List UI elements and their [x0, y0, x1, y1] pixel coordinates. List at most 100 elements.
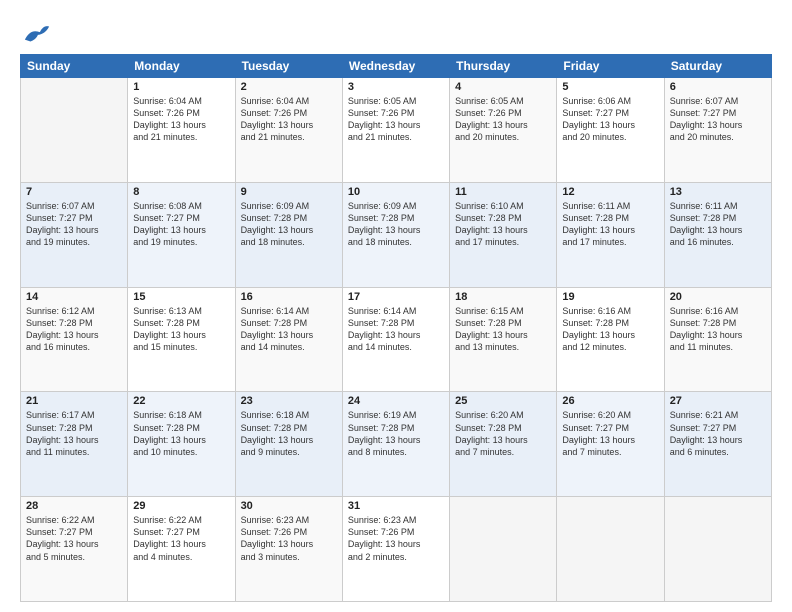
- page: SundayMondayTuesdayWednesdayThursdayFrid…: [0, 0, 792, 612]
- calendar-cell: [21, 78, 128, 183]
- day-number: 26: [562, 395, 658, 407]
- calendar-header-row: SundayMondayTuesdayWednesdayThursdayFrid…: [21, 55, 772, 78]
- day-number: 21: [26, 395, 122, 407]
- day-info: Sunrise: 6:11 AM Sunset: 7:28 PM Dayligh…: [670, 200, 766, 249]
- day-number: 20: [670, 291, 766, 303]
- calendar-day-header: Thursday: [450, 55, 557, 78]
- day-info: Sunrise: 6:07 AM Sunset: 7:27 PM Dayligh…: [670, 95, 766, 144]
- logo-bird-icon: [23, 20, 51, 48]
- calendar-week-row: 7 Sunrise: 6:07 AM Sunset: 7:27 PM Daylig…: [21, 182, 772, 287]
- calendar-cell: 29 Sunrise: 6:22 AM Sunset: 7:27 PM Dayli…: [128, 497, 235, 602]
- day-number: 23: [241, 395, 337, 407]
- day-info: Sunrise: 6:15 AM Sunset: 7:28 PM Dayligh…: [455, 305, 551, 354]
- calendar-cell: [450, 497, 557, 602]
- day-number: 15: [133, 291, 229, 303]
- day-info: Sunrise: 6:14 AM Sunset: 7:28 PM Dayligh…: [348, 305, 444, 354]
- calendar-cell: 3Sunrise: 6:05 AM Sunset: 7:26 PM Daylig…: [342, 78, 449, 183]
- day-info: Sunrise: 6:04 AM Sunset: 7:26 PM Dayligh…: [241, 95, 337, 144]
- day-info: Sunrise: 6:11 AM Sunset: 7:28 PM Dayligh…: [562, 200, 658, 249]
- day-info: Sunrise: 6:07 AM Sunset: 7:27 PM Dayligh…: [26, 200, 122, 249]
- calendar-cell: [664, 497, 771, 602]
- calendar-week-row: 21 Sunrise: 6:17 AM Sunset: 7:28 PM Dayli…: [21, 392, 772, 497]
- calendar-cell: 9Sunrise: 6:09 AM Sunset: 7:28 PM Daylig…: [235, 182, 342, 287]
- calendar-cell: 12 Sunrise: 6:11 AM Sunset: 7:28 PM Dayli…: [557, 182, 664, 287]
- calendar-cell: 1 Sunrise: 6:04 AM Sunset: 7:26 PM Daylig…: [128, 78, 235, 183]
- day-info: Sunrise: 6:21 AM Sunset: 7:27 PM Dayligh…: [670, 409, 766, 458]
- day-info: Sunrise: 6:20 AM Sunset: 7:27 PM Dayligh…: [562, 409, 658, 458]
- calendar-table: SundayMondayTuesdayWednesdayThursdayFrid…: [20, 54, 772, 602]
- calendar-cell: 16 Sunrise: 6:14 AM Sunset: 7:28 PM Dayli…: [235, 287, 342, 392]
- calendar-day-header: Wednesday: [342, 55, 449, 78]
- calendar-cell: 23 Sunrise: 6:18 AM Sunset: 7:28 PM Dayli…: [235, 392, 342, 497]
- day-number: 1: [133, 81, 229, 93]
- calendar-cell: 15 Sunrise: 6:13 AM Sunset: 7:28 PM Dayli…: [128, 287, 235, 392]
- calendar-cell: 13 Sunrise: 6:11 AM Sunset: 7:28 PM Dayli…: [664, 182, 771, 287]
- logo: [20, 20, 51, 48]
- calendar-cell: 30 Sunrise: 6:23 AM Sunset: 7:26 PM Dayli…: [235, 497, 342, 602]
- day-info: Sunrise: 6:08 AM Sunset: 7:27 PM Dayligh…: [133, 200, 229, 249]
- day-number: 27: [670, 395, 766, 407]
- calendar-cell: 8Sunrise: 6:08 AM Sunset: 7:27 PM Daylig…: [128, 182, 235, 287]
- day-number: 22: [133, 395, 229, 407]
- calendar-cell: 20Sunrise: 6:16 AM Sunset: 7:28 PM Dayli…: [664, 287, 771, 392]
- day-info: Sunrise: 6:19 AM Sunset: 7:28 PM Dayligh…: [348, 409, 444, 458]
- day-number: 10: [348, 186, 444, 198]
- calendar-day-header: Sunday: [21, 55, 128, 78]
- day-number: 16: [241, 291, 337, 303]
- day-info: Sunrise: 6:17 AM Sunset: 7:28 PM Dayligh…: [26, 409, 122, 458]
- calendar-cell: 21 Sunrise: 6:17 AM Sunset: 7:28 PM Dayli…: [21, 392, 128, 497]
- calendar-cell: 17 Sunrise: 6:14 AM Sunset: 7:28 PM Dayli…: [342, 287, 449, 392]
- calendar-cell: 2Sunrise: 6:04 AM Sunset: 7:26 PM Daylig…: [235, 78, 342, 183]
- day-info: Sunrise: 6:05 AM Sunset: 7:26 PM Dayligh…: [455, 95, 551, 144]
- day-info: Sunrise: 6:18 AM Sunset: 7:28 PM Dayligh…: [241, 409, 337, 458]
- day-number: 31: [348, 500, 444, 512]
- day-info: Sunrise: 6:12 AM Sunset: 7:28 PM Dayligh…: [26, 305, 122, 354]
- calendar-cell: 22 Sunrise: 6:18 AM Sunset: 7:28 PM Dayli…: [128, 392, 235, 497]
- day-info: Sunrise: 6:20 AM Sunset: 7:28 PM Dayligh…: [455, 409, 551, 458]
- calendar-week-row: 14 Sunrise: 6:12 AM Sunset: 7:28 PM Dayli…: [21, 287, 772, 392]
- day-number: 24: [348, 395, 444, 407]
- calendar-cell: 14 Sunrise: 6:12 AM Sunset: 7:28 PM Dayli…: [21, 287, 128, 392]
- day-number: 29: [133, 500, 229, 512]
- day-number: 6: [670, 81, 766, 93]
- day-number: 28: [26, 500, 122, 512]
- calendar-cell: 6 Sunrise: 6:07 AM Sunset: 7:27 PM Daylig…: [664, 78, 771, 183]
- day-number: 11: [455, 186, 551, 198]
- day-number: 30: [241, 500, 337, 512]
- day-info: Sunrise: 6:23 AM Sunset: 7:26 PM Dayligh…: [241, 514, 337, 563]
- day-info: Sunrise: 6:22 AM Sunset: 7:27 PM Dayligh…: [26, 514, 122, 563]
- day-number: 19: [562, 291, 658, 303]
- day-number: 12: [562, 186, 658, 198]
- day-number: 4: [455, 81, 551, 93]
- day-info: Sunrise: 6:22 AM Sunset: 7:27 PM Dayligh…: [133, 514, 229, 563]
- calendar-cell: 10 Sunrise: 6:09 AM Sunset: 7:28 PM Dayli…: [342, 182, 449, 287]
- day-info: Sunrise: 6:06 AM Sunset: 7:27 PM Dayligh…: [562, 95, 658, 144]
- calendar-week-row: 28 Sunrise: 6:22 AM Sunset: 7:27 PM Dayli…: [21, 497, 772, 602]
- calendar-cell: 19 Sunrise: 6:16 AM Sunset: 7:28 PM Dayli…: [557, 287, 664, 392]
- calendar-day-header: Monday: [128, 55, 235, 78]
- calendar-cell: 18 Sunrise: 6:15 AM Sunset: 7:28 PM Dayli…: [450, 287, 557, 392]
- calendar-day-header: Tuesday: [235, 55, 342, 78]
- day-number: 18: [455, 291, 551, 303]
- day-info: Sunrise: 6:13 AM Sunset: 7:28 PM Dayligh…: [133, 305, 229, 354]
- day-number: 14: [26, 291, 122, 303]
- day-number: 25: [455, 395, 551, 407]
- day-info: Sunrise: 6:23 AM Sunset: 7:26 PM Dayligh…: [348, 514, 444, 563]
- day-info: Sunrise: 6:05 AM Sunset: 7:26 PM Dayligh…: [348, 95, 444, 144]
- day-number: 9: [241, 186, 337, 198]
- day-number: 13: [670, 186, 766, 198]
- calendar-cell: 11 Sunrise: 6:10 AM Sunset: 7:28 PM Dayli…: [450, 182, 557, 287]
- calendar-cell: 4 Sunrise: 6:05 AM Sunset: 7:26 PM Daylig…: [450, 78, 557, 183]
- day-number: 7: [26, 186, 122, 198]
- day-number: 17: [348, 291, 444, 303]
- day-info: Sunrise: 6:14 AM Sunset: 7:28 PM Dayligh…: [241, 305, 337, 354]
- calendar-cell: 7 Sunrise: 6:07 AM Sunset: 7:27 PM Daylig…: [21, 182, 128, 287]
- day-number: 5: [562, 81, 658, 93]
- calendar-cell: 24 Sunrise: 6:19 AM Sunset: 7:28 PM Dayli…: [342, 392, 449, 497]
- day-info: Sunrise: 6:18 AM Sunset: 7:28 PM Dayligh…: [133, 409, 229, 458]
- day-info: Sunrise: 6:04 AM Sunset: 7:26 PM Dayligh…: [133, 95, 229, 144]
- calendar-cell: 5 Sunrise: 6:06 AM Sunset: 7:27 PM Daylig…: [557, 78, 664, 183]
- day-info: Sunrise: 6:10 AM Sunset: 7:28 PM Dayligh…: [455, 200, 551, 249]
- day-info: Sunrise: 6:16 AM Sunset: 7:28 PM Dayligh…: [562, 305, 658, 354]
- day-info: Sunrise: 6:09 AM Sunset: 7:28 PM Dayligh…: [348, 200, 444, 249]
